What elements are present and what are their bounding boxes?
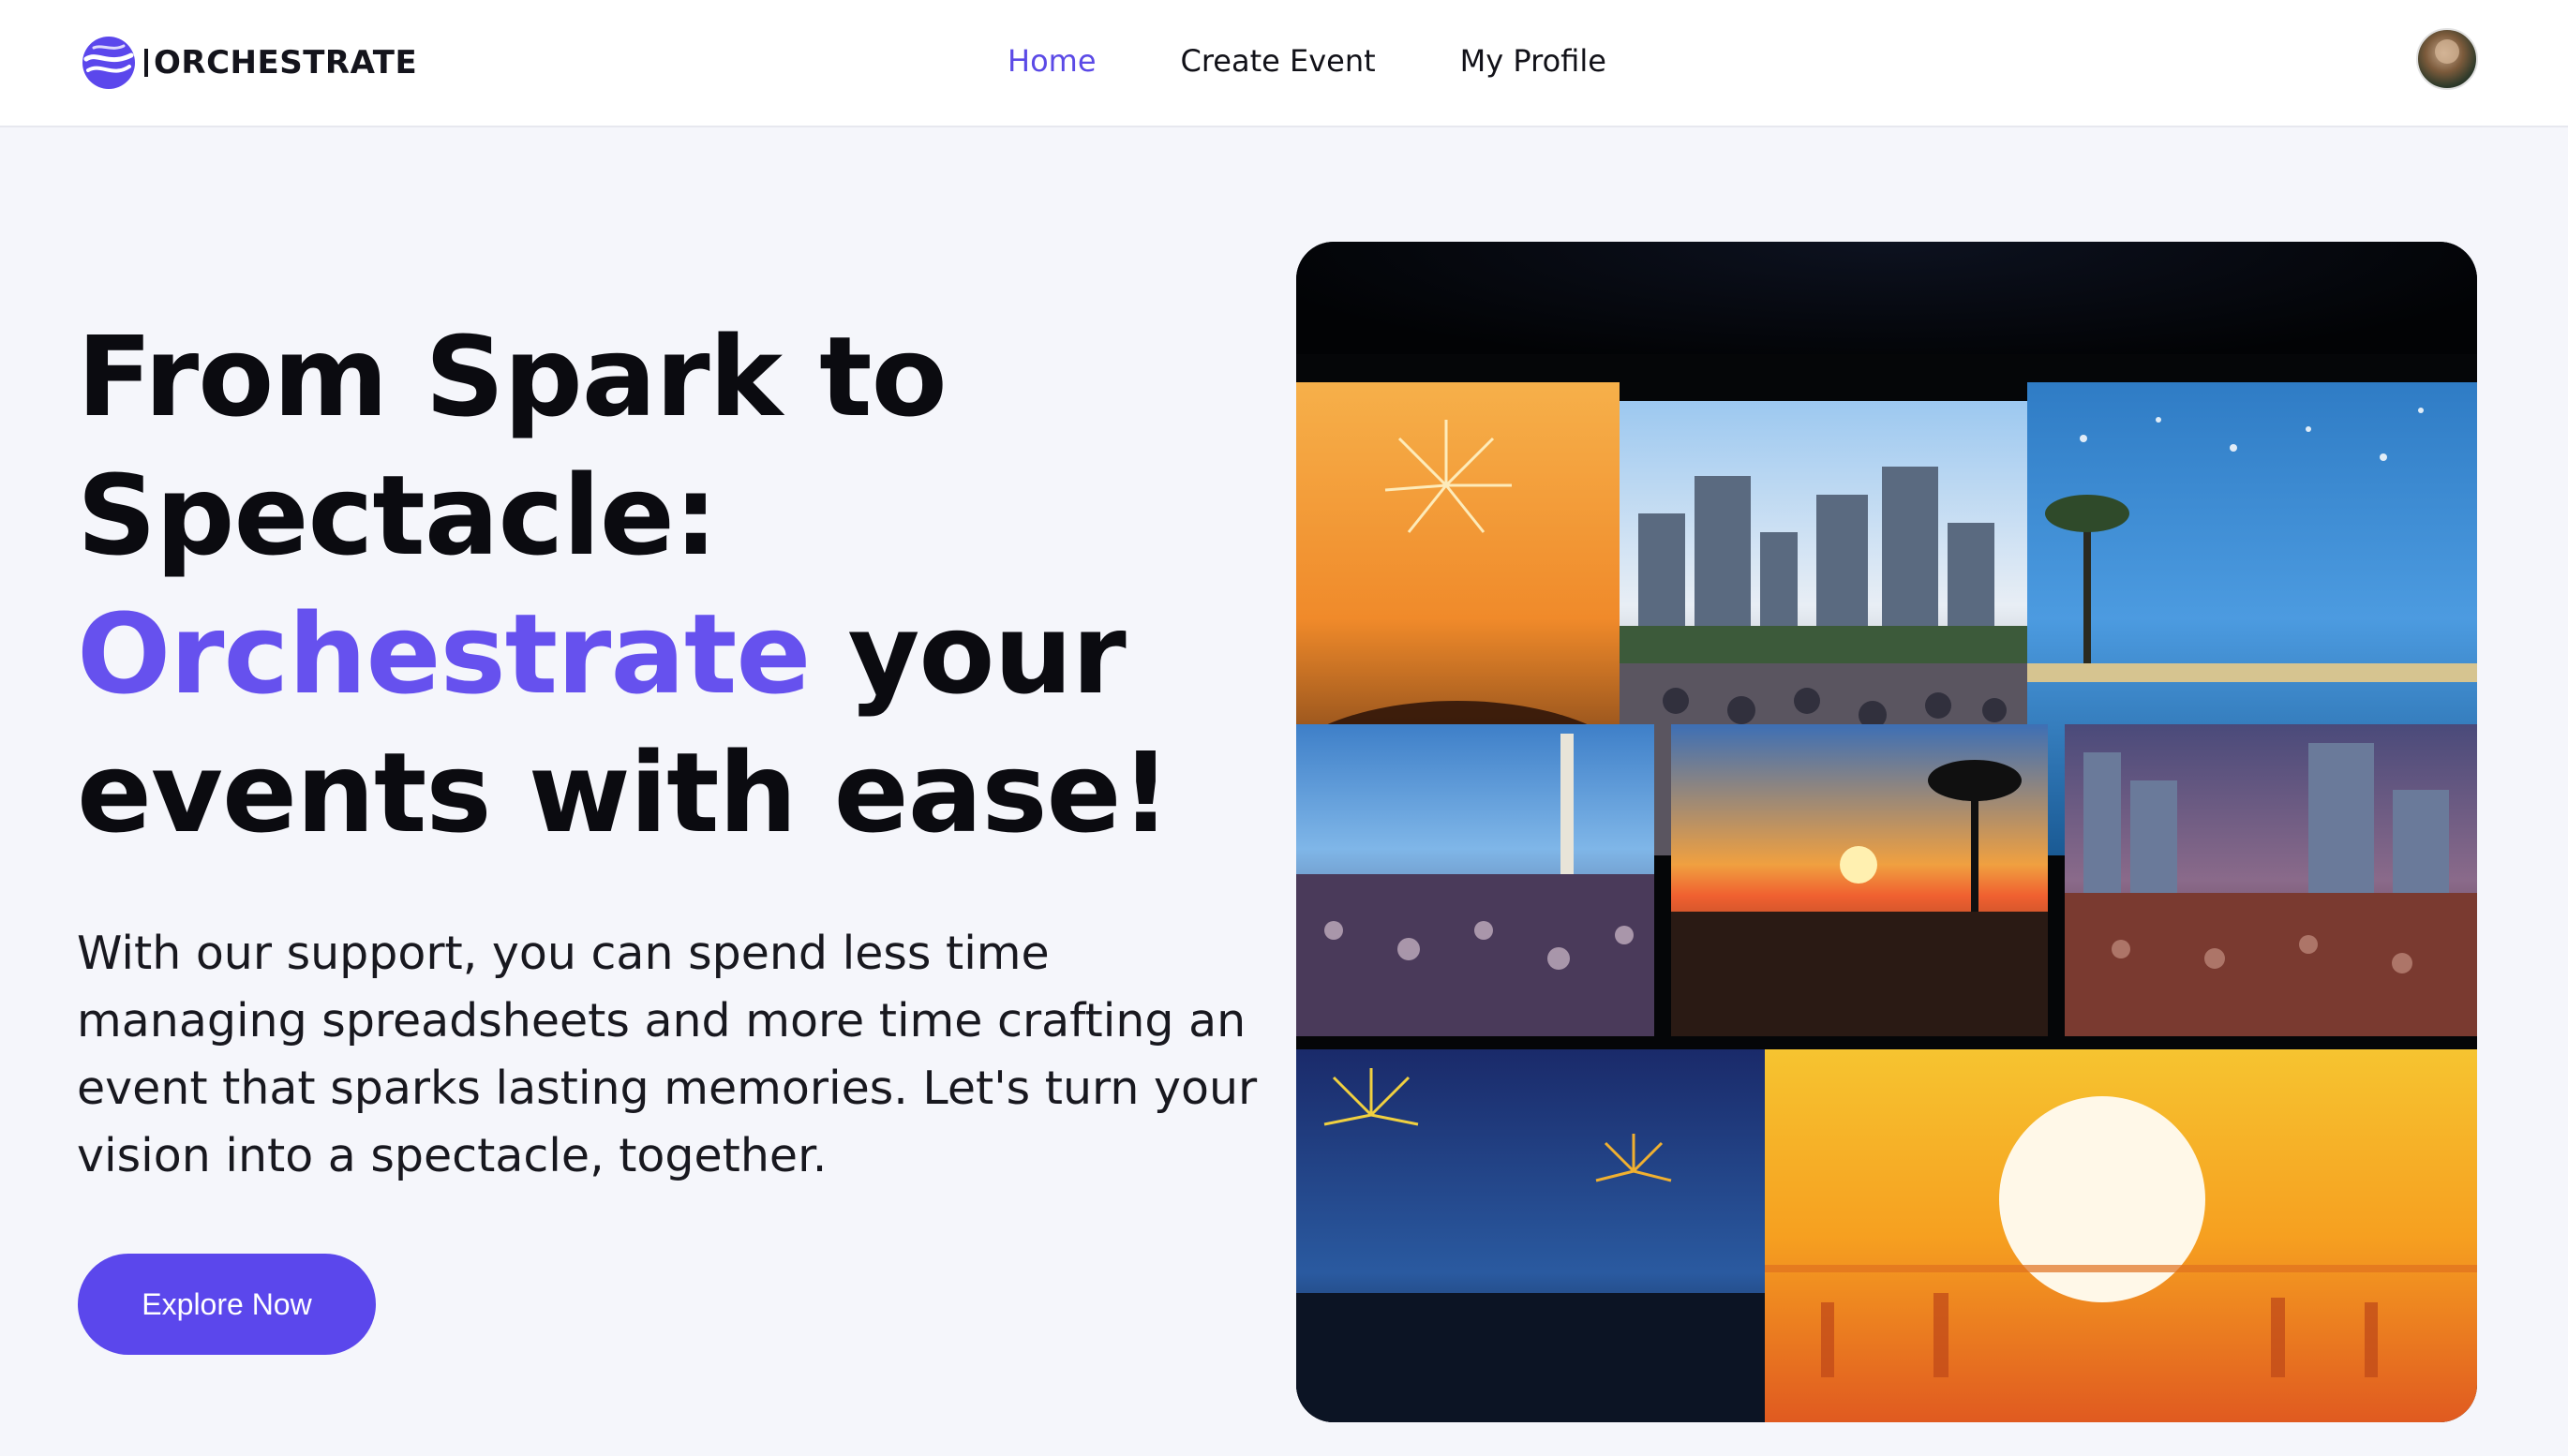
night-sky-banner [1296,242,2477,354]
tower-crowd-tile [1296,724,1654,1036]
user-avatar[interactable] [2416,28,2478,90]
hero-description: With our support, you can spend less tim… [77,927,1258,1182]
hero-title: From Spark to Spectacle: Orchestrate you… [77,307,1239,862]
city-crowd-evening-tile [2065,724,2477,1036]
explore-now-button[interactable]: Explore Now [78,1254,376,1355]
hero-title-accent: Orchestrate [77,589,811,719]
hero-title-line1: From Spark to [77,312,948,441]
orange-sunset-silhouettes-tile [1765,1049,2477,1422]
event-collage-image [1296,242,2477,1422]
top-navbar: ORCHESTRATE Home Create Event My Profile [0,0,2568,127]
fireworks-night-crowd-tile [1296,1049,1784,1422]
main-nav: Home Create Event My Profile [1008,37,1606,84]
planet-wave-logo-icon [82,37,135,89]
hero-title-line4: events with ease! [77,728,1171,857]
nav-home-link[interactable]: Home [1008,37,1097,84]
brand-logo[interactable]: ORCHESTRATE [81,32,417,94]
nav-my-profile-link[interactable]: My Profile [1460,37,1606,84]
palm-sunset-tile [1671,724,2048,1036]
nav-create-event-link[interactable]: Create Event [1181,37,1376,84]
hero-title-line2: Spectacle: [77,451,718,580]
brand-name: ORCHESTRATE [144,47,417,79]
hero-title-line3-rest: your [810,589,1126,719]
